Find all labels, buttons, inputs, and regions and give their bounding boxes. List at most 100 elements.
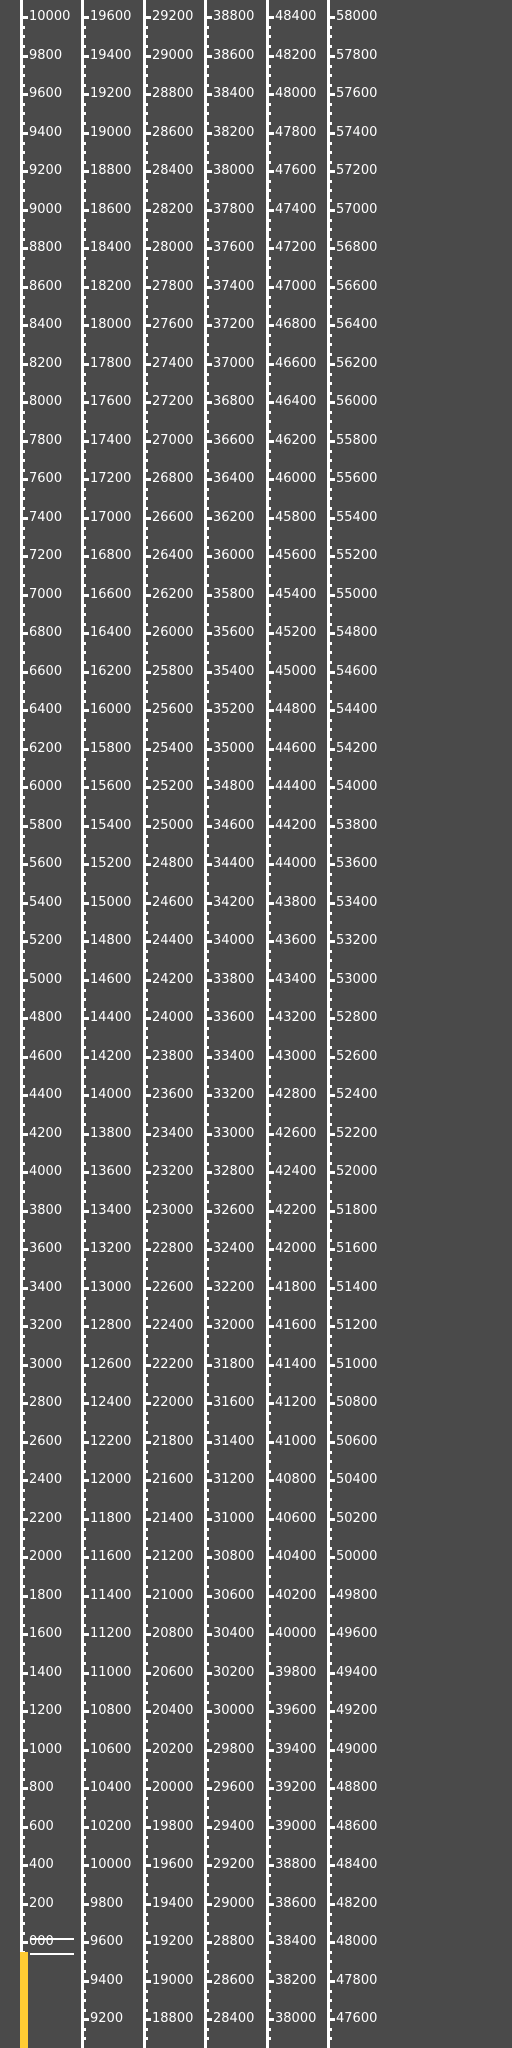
minor-tick <box>204 1412 209 1415</box>
tick-label: 48200 <box>275 48 317 63</box>
minor-tick <box>20 1729 25 1732</box>
minor-tick <box>81 758 86 761</box>
minor-tick <box>81 507 86 510</box>
minor-tick <box>143 1720 148 1723</box>
major-tick <box>327 209 335 212</box>
minor-tick <box>20 469 25 472</box>
minor-tick <box>143 1528 148 1531</box>
major-tick <box>143 1595 151 1598</box>
minor-tick <box>204 1729 209 1732</box>
minor-tick <box>143 565 148 568</box>
minor-tick <box>266 1162 271 1165</box>
minor-tick <box>327 2009 332 2012</box>
minor-tick <box>266 1220 271 1223</box>
minor-tick <box>20 497 25 500</box>
minor-tick <box>81 1344 86 1347</box>
minor-tick <box>204 507 209 510</box>
minor-tick <box>20 1460 25 1463</box>
minor-tick <box>81 219 86 222</box>
minor-tick <box>204 45 209 48</box>
minor-tick <box>327 959 332 962</box>
minor-tick <box>143 382 148 385</box>
minor-tick <box>204 642 209 645</box>
major-tick <box>204 1595 212 1598</box>
minor-tick <box>266 758 271 761</box>
minor-tick <box>204 546 209 549</box>
major-tick <box>143 1017 151 1020</box>
minor-tick <box>266 142 271 145</box>
major-tick <box>20 324 28 327</box>
minor-tick <box>327 613 332 616</box>
minor-tick <box>204 1113 209 1116</box>
major-tick <box>20 825 28 828</box>
minor-tick <box>327 161 332 164</box>
minor-tick <box>327 700 332 703</box>
minor-tick <box>20 373 25 376</box>
major-tick <box>81 2018 89 2021</box>
major-tick <box>81 363 89 366</box>
minor-tick <box>204 1277 209 1280</box>
tick-label: 7800 <box>29 433 63 448</box>
minor-tick <box>204 1036 209 1039</box>
major-tick <box>81 209 89 212</box>
minor-tick <box>143 219 148 222</box>
major-tick <box>266 517 274 520</box>
minor-tick <box>20 122 25 125</box>
major-tick <box>143 16 151 19</box>
minor-tick <box>204 199 209 202</box>
major-tick <box>327 1441 335 1444</box>
minor-tick <box>204 796 209 799</box>
minor-tick <box>20 873 25 876</box>
minor-tick <box>327 584 332 587</box>
minor-tick <box>266 728 271 731</box>
minor-tick <box>81 1605 86 1608</box>
major-tick <box>327 825 335 828</box>
tick-label: 33800 <box>213 972 255 987</box>
minor-tick <box>204 565 209 568</box>
major-tick <box>143 709 151 712</box>
minor-tick <box>143 199 148 202</box>
major-tick <box>327 709 335 712</box>
minor-tick <box>204 1046 209 1049</box>
minor-tick <box>143 1643 148 1646</box>
tick-label: 30200 <box>213 1665 255 1680</box>
tick-label: 48400 <box>275 9 317 24</box>
minor-tick <box>20 1046 25 1049</box>
minor-tick <box>81 228 86 231</box>
tick-label: 47000 <box>275 279 317 294</box>
major-tick <box>204 1903 212 1906</box>
tick-label: 45400 <box>275 587 317 602</box>
major-tick <box>143 1633 151 1636</box>
major-tick <box>204 1980 212 1983</box>
minor-tick <box>143 1893 148 1896</box>
minor-tick <box>266 1691 271 1694</box>
minor-tick <box>266 122 271 125</box>
minor-tick <box>327 1451 332 1454</box>
minor-tick <box>327 1431 332 1434</box>
minor-tick <box>327 1393 332 1396</box>
minor-tick <box>327 1190 332 1193</box>
tick-label: 46400 <box>275 394 317 409</box>
tick-label: 21600 <box>152 1472 194 1487</box>
minor-tick <box>143 536 148 539</box>
minor-tick <box>266 1874 271 1877</box>
major-tick <box>204 1864 212 1867</box>
minor-tick <box>327 1470 332 1473</box>
tick-label: 34600 <box>213 818 255 833</box>
major-tick <box>204 286 212 289</box>
minor-tick <box>143 103 148 106</box>
minor-tick <box>81 767 86 770</box>
tick-label: 19400 <box>90 48 132 63</box>
minor-tick <box>20 1470 25 1473</box>
major-tick <box>143 940 151 943</box>
tick-label: 37800 <box>213 202 255 217</box>
minor-tick <box>81 142 86 145</box>
minor-tick <box>327 536 332 539</box>
tick-label: 55200 <box>336 548 378 563</box>
minor-tick <box>143 1374 148 1377</box>
major-tick <box>143 1787 151 1790</box>
major-tick <box>20 1479 28 1482</box>
minor-tick <box>81 1691 86 1694</box>
minor-tick <box>327 565 332 568</box>
minor-tick <box>327 1605 332 1608</box>
